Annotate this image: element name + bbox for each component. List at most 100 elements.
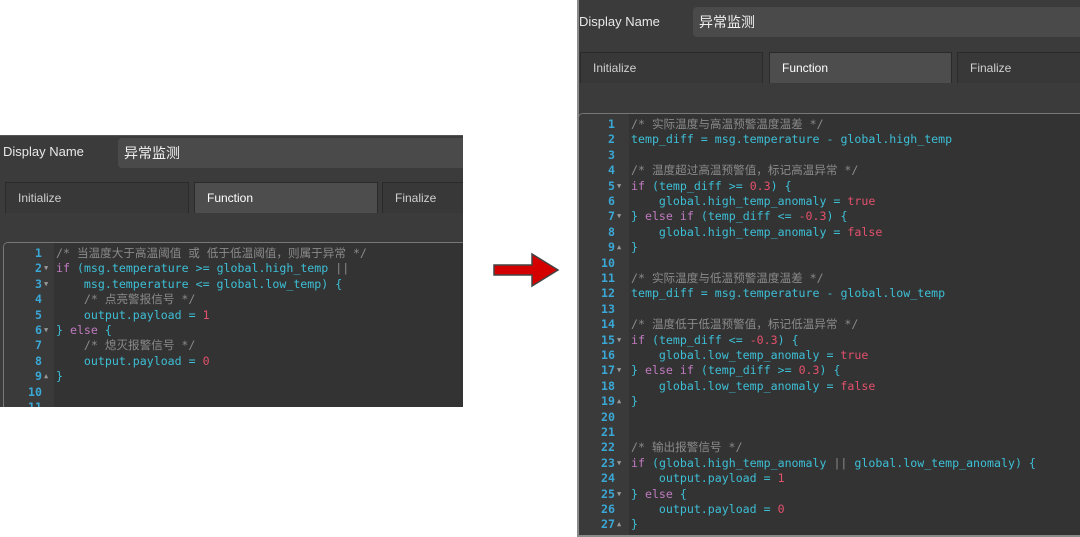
line-number: 1	[35, 246, 42, 260]
code-token: ) {	[826, 209, 848, 224]
fold-arrow-icon[interactable]: ▼	[617, 363, 621, 378]
unfold-arrow-icon[interactable]: ▲	[617, 240, 621, 255]
code-token: >=	[188, 261, 217, 276]
line-number: 4	[35, 292, 42, 307]
code-token: =	[693, 132, 715, 147]
code-text: }	[631, 240, 638, 255]
code-token: -	[819, 286, 841, 301]
display-name-input[interactable]: 异常监测	[118, 138, 463, 168]
fold-arrow-icon[interactable]: ▼	[617, 333, 621, 348]
code-token: }	[631, 394, 638, 409]
code-text: }	[631, 517, 638, 532]
code-token: output.payload	[56, 307, 182, 322]
code-editor[interactable]: 1/* 当温度大于高温阈值 或 低于低温阈值，则属于异常 */2 ▼ if (msg…	[3, 242, 463, 407]
tab-initialize[interactable]: Initialize	[5, 182, 189, 213]
line-number: 3	[608, 147, 615, 162]
line-number: 3	[35, 276, 42, 291]
line-number: 21	[601, 425, 615, 439]
code-line: 23 ▼ if (global.high_temp_anomaly || globa…	[579, 456, 1080, 471]
code-text: /* 温度低于低温预警值，标记低温异常 */	[631, 317, 858, 332]
code-line: 9 ▲}	[4, 369, 463, 384]
line-number: 17	[601, 363, 615, 378]
code-token: ) {	[1014, 455, 1036, 470]
code-token: =	[826, 224, 848, 239]
code-text: temp_diff = msg.temperature - global.hig…	[631, 132, 952, 147]
code-token: =	[819, 378, 841, 393]
code-token: 1	[777, 471, 785, 486]
code-line: 6 ▼} else {	[4, 323, 463, 338]
code-text: /* 输出报警信号 */	[631, 440, 742, 455]
line-number: 25	[601, 486, 615, 501]
code-text: output.payload = 1	[631, 471, 785, 486]
code-token: global.low_temp	[216, 276, 322, 291]
code-token: global.high_temp_anomaly	[631, 194, 827, 208]
code-line: 14 /* 温度低于低温预警值，标记低温异常 */	[579, 317, 1080, 332]
line-number: 19	[601, 394, 615, 409]
fold-arrow-icon[interactable]: ▼	[44, 323, 48, 338]
code-line: 17 ▼ } else if (temp_diff >= 0.3) {	[579, 363, 1080, 378]
code-line: 4 /* 温度超过高温预警值，标记高温异常 */	[579, 163, 1080, 178]
code-line: 1 /* 当温度大于高温阈值 或 低于低温阈值，则属于异常 */	[4, 246, 463, 261]
code-token: global.low_temp_anomaly	[854, 455, 1015, 470]
code-token: (	[693, 363, 708, 378]
line-number: 5	[608, 178, 615, 193]
code-line: 9 ▲}	[579, 240, 1080, 255]
line-number: 8	[35, 353, 42, 368]
code-text: } else if (temp_diff >= 0.3) {	[631, 363, 840, 378]
display-name-input[interactable]: 异常监测	[693, 7, 1080, 37]
fold-arrow-icon[interactable]: ▼	[44, 261, 48, 276]
line-number: 23	[601, 455, 615, 470]
line-number: 1	[608, 117, 615, 131]
code-token: ||	[826, 455, 855, 470]
code-token: -0.3	[798, 209, 827, 224]
code-token: /* 点亮警报信号 */	[56, 292, 196, 307]
fold-arrow-icon[interactable]: ▼	[44, 277, 48, 292]
fold-arrow-icon[interactable]: ▼	[617, 456, 621, 471]
unfold-arrow-icon[interactable]: ▲	[617, 394, 621, 409]
code-text: if (temp_diff <= -0.3) {	[631, 333, 799, 348]
code-text: output.payload = 1	[56, 308, 210, 323]
tab-function[interactable]: Function	[194, 182, 378, 213]
code-line: 10	[4, 385, 463, 400]
fold-arrow-icon[interactable]: ▼	[617, 179, 621, 194]
code-line: 7 /* 熄灭报警信号 */	[4, 338, 463, 353]
code-token: temp_diff	[707, 363, 771, 378]
code-token: ) {	[819, 363, 841, 378]
code-text: /* 实际温度与高温预警温度温差 */	[631, 117, 824, 132]
code-token: else	[644, 486, 673, 501]
code-line: 16 global.low_temp_anomaly = true	[579, 348, 1080, 363]
arrow-right-icon	[493, 252, 560, 288]
code-token: /* 输出报警信号 */	[631, 440, 743, 455]
display-name-label: Display Name	[579, 14, 660, 29]
line-number: 26	[601, 502, 615, 516]
tab-function[interactable]: Function	[769, 52, 952, 83]
code-token: temp_diff	[631, 132, 694, 147]
code-token: true	[840, 348, 869, 362]
code-token: else	[69, 323, 98, 337]
fold-arrow-icon[interactable]: ▼	[617, 487, 621, 502]
code-line: 22 /* 输出报警信号 */	[579, 440, 1080, 455]
code-text: } else if (temp_diff <= -0.3) {	[631, 209, 847, 224]
line-number: 7	[608, 209, 615, 224]
code-line: 18 global.low_temp_anomaly = false	[579, 379, 1080, 394]
unfold-arrow-icon[interactable]: ▲	[44, 369, 48, 384]
code-line: 10	[579, 256, 1080, 271]
line-number: 2	[35, 261, 42, 276]
code-token: >=	[721, 178, 750, 193]
line-number: 11	[601, 271, 615, 285]
line-number: 6	[608, 194, 615, 208]
unfold-arrow-icon[interactable]: ▲	[617, 517, 621, 532]
code-line: 12 temp_diff = msg.temperature - global.l…	[579, 286, 1080, 301]
line-number: 8	[608, 224, 615, 239]
code-token: /* 熄灭报警信号 */	[56, 338, 196, 353]
tab-initialize[interactable]: Initialize	[580, 52, 763, 83]
code-editor[interactable]: 1 /* 实际温度与高温预警温度温差 */ 2 temp_diff = msg.tem…	[579, 113, 1080, 535]
tab-finalize[interactable]: Finalize	[957, 52, 1080, 83]
code-token: /* 实际温度与高温预警温度温差 */	[631, 117, 824, 131]
code-token: }	[56, 323, 70, 337]
code-token: }	[631, 209, 645, 224]
code-token: msg.temperature	[714, 286, 820, 301]
tab-finalize[interactable]: Finalize	[382, 182, 463, 213]
fold-arrow-icon[interactable]: ▼	[617, 209, 621, 224]
code-token: (	[644, 178, 659, 193]
